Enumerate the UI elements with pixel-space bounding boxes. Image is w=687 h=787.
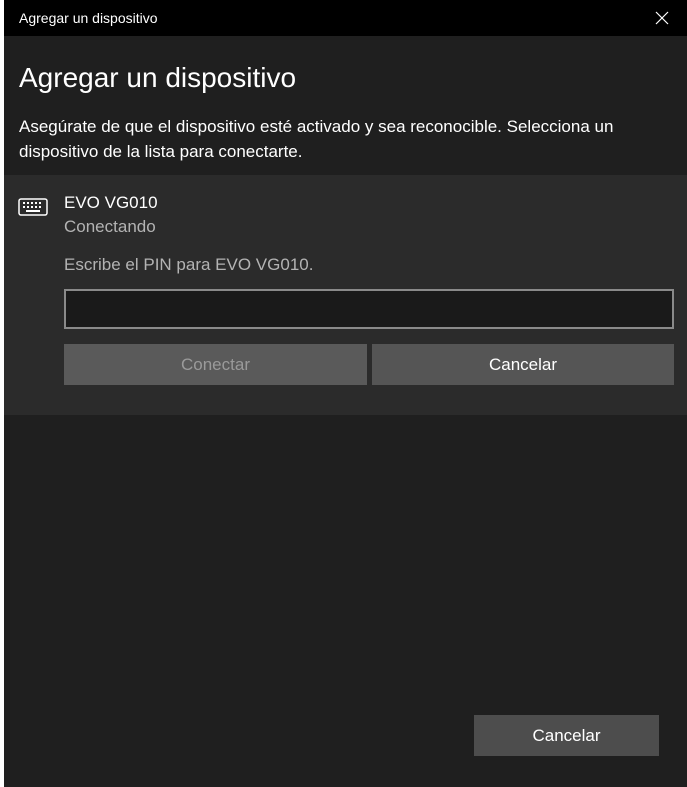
header: Agregar un dispositivo Asegúrate de que … bbox=[4, 36, 687, 175]
close-icon bbox=[655, 11, 669, 25]
title-bar: Agregar un dispositivo bbox=[4, 0, 687, 36]
add-device-window: Agregar un dispositivo Agregar un dispos… bbox=[4, 0, 687, 787]
device-status: Conectando bbox=[64, 217, 156, 236]
pin-prompt-label: Escribe el PIN para EVO VG010. bbox=[64, 255, 314, 274]
connect-button[interactable]: Conectar bbox=[64, 344, 367, 385]
instructions-text: Asegúrate de que el dispositivo esté act… bbox=[19, 117, 614, 161]
page-title: Agregar un dispositivo bbox=[19, 62, 297, 93]
pin-input[interactable] bbox=[64, 289, 674, 329]
device-list-item[interactable]: EVO VG010 Conectando Escribe el PIN para… bbox=[4, 175, 687, 415]
cancel-pairing-button[interactable]: Cancelar bbox=[372, 344, 674, 385]
window-title: Agregar un dispositivo bbox=[19, 10, 158, 26]
cancel-button[interactable]: Cancelar bbox=[474, 715, 659, 756]
device-name: EVO VG010 bbox=[64, 193, 158, 212]
close-button[interactable] bbox=[637, 0, 687, 36]
keyboard-icon bbox=[18, 198, 48, 216]
